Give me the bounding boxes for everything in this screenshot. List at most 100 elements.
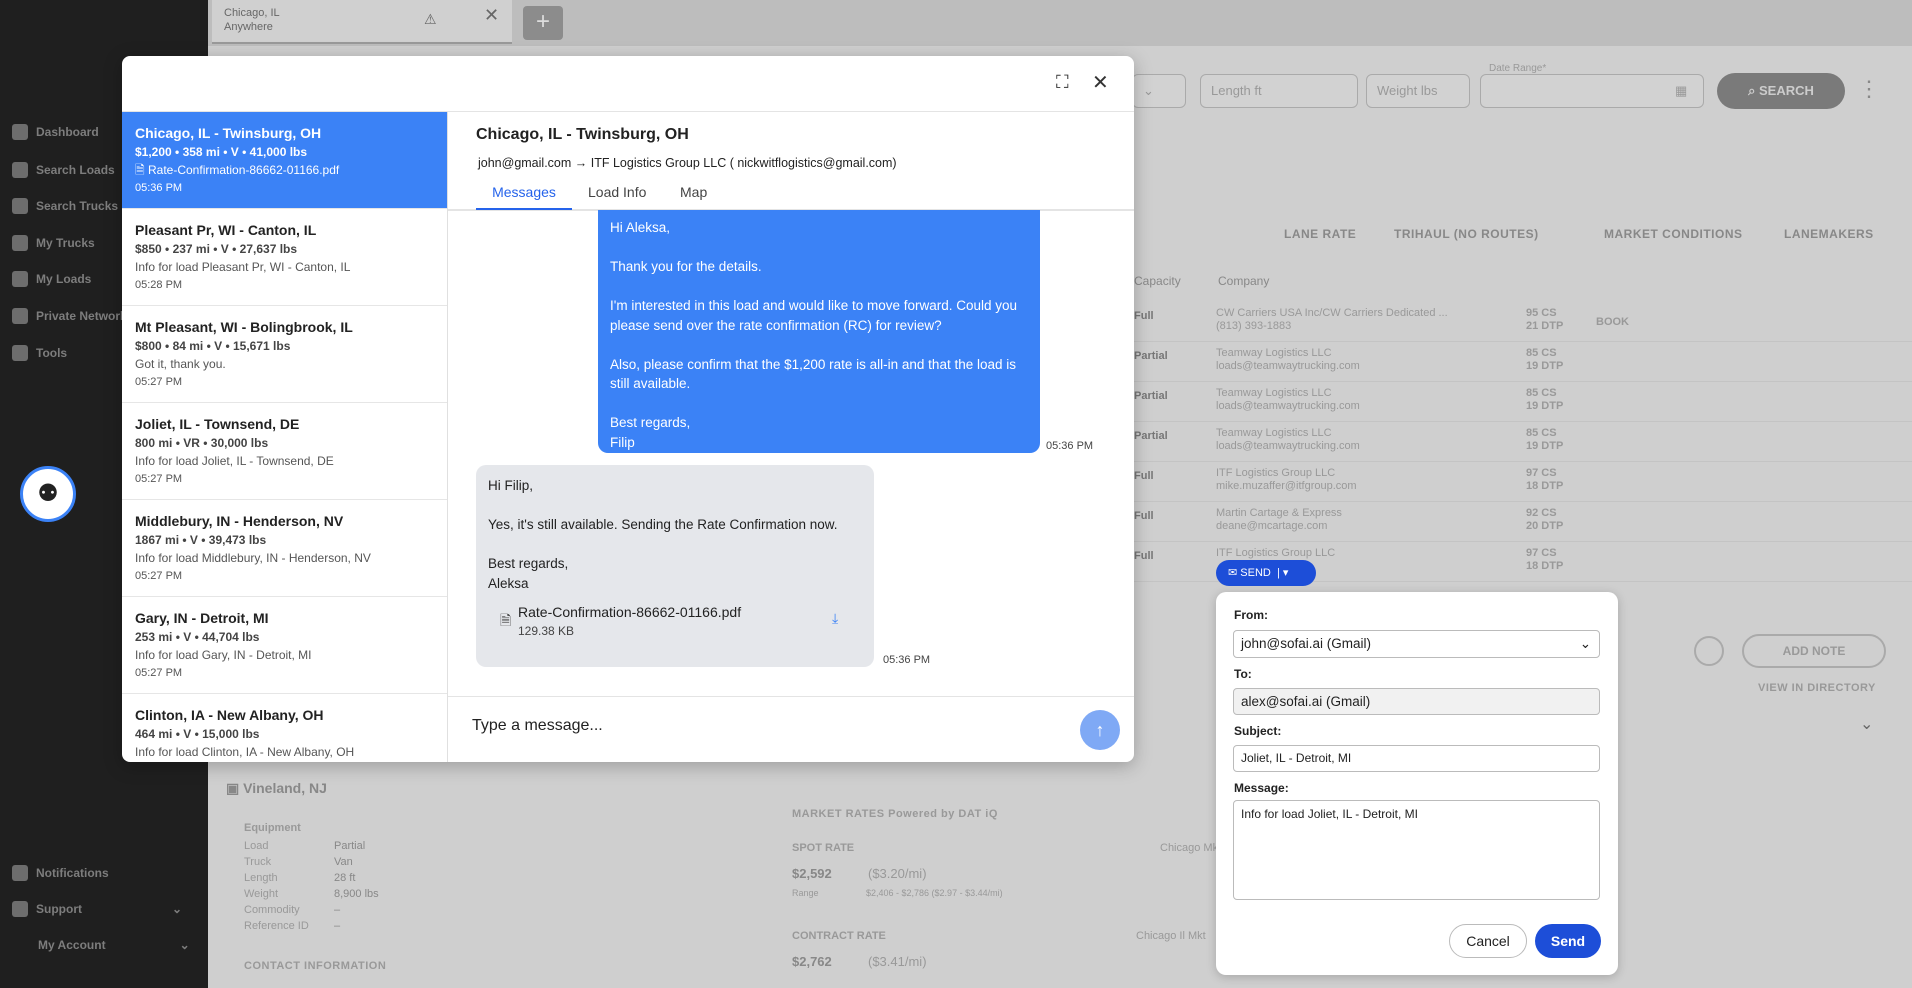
conversation-item[interactable]: Gary, IN - Detroit, MI 253 mi • V • 44,7…: [122, 597, 447, 694]
from-select[interactable]: john@sofai.ai (Gmail) ⌄: [1233, 630, 1600, 658]
message-composer: Type a message...: [448, 696, 1134, 762]
sidebar-item-search-loads[interactable]: Search Loads: [12, 162, 115, 178]
outgoing-time: 05:36 PM: [1046, 440, 1094, 452]
contact-info-heading: CONTACT INFORMATION: [244, 960, 387, 972]
table-row[interactable]: Full CW Carriers USA Inc/CW Carriers Dedi…: [1128, 302, 1912, 342]
conversation-item[interactable]: Chicago, IL - Twinsburg, OH $1,200 • 358…: [122, 112, 447, 209]
arrow-up-icon: ↑: [1095, 720, 1105, 740]
equipment-select[interactable]: ⌄: [1132, 74, 1186, 108]
pdf-file-icon: 🗎: [135, 163, 145, 177]
conversation-item[interactable]: Mt Pleasant, WI - Bolingbrook, IL $800 •…: [122, 306, 447, 403]
attachment[interactable]: 🗎 Rate-Confirmation-86662-01166.pdf 129.…: [500, 602, 860, 642]
info-button[interactable]: [1694, 636, 1724, 666]
contract-rate-market: Chicago Il Mkt: [1136, 930, 1206, 942]
to-field[interactable]: alex@sofai.ai (Gmail): [1233, 688, 1600, 715]
sidebar-item-dashboard[interactable]: Dashboard: [12, 124, 99, 140]
sidebar-item-notifications[interactable]: Notifications: [12, 865, 109, 881]
tab-load-info[interactable]: Load Info: [588, 184, 646, 210]
lock-icon: [12, 308, 28, 324]
spot-rate-range-label: Range: [792, 888, 819, 898]
loads-icon: [12, 271, 28, 287]
conversation-item[interactable]: Joliet, IL - Townsend, DE 800 mi • VR • …: [122, 403, 447, 500]
spot-rate-market: Chicago Mkt: [1160, 842, 1222, 854]
tab-map[interactable]: Map: [680, 184, 707, 210]
view-market-conditions[interactable]: MARKET CONDITIONS: [1604, 227, 1743, 241]
chevron-down-icon: ⌄: [172, 902, 183, 916]
help-icon: [12, 901, 28, 917]
search-button[interactable]: ⌕ SEARCH: [1717, 73, 1845, 109]
weight-input[interactable]: Weight lbs: [1366, 74, 1470, 108]
conversation-list: Chicago, IL - Twinsburg, OH $1,200 • 358…: [122, 112, 448, 762]
cancel-button[interactable]: Cancel: [1449, 924, 1527, 958]
sidebar-item-account[interactable]: My Account ⌄: [38, 938, 190, 952]
sidebar-item-my-trucks[interactable]: My Trucks: [12, 235, 95, 251]
spot-rate-range: $2,406 - $2,786 ($2.97 - $3.44/mi): [866, 888, 1003, 898]
view-directory-link[interactable]: VIEW IN DIRECTORY: [1758, 682, 1876, 694]
spot-rate-label: SPOT RATE: [792, 842, 855, 854]
truck-icon: [12, 235, 28, 251]
to-label: To:: [1234, 667, 1252, 681]
view-lane-rate[interactable]: LANE RATE: [1284, 227, 1356, 241]
table-row[interactable]: Partial Teamway Logistics LLC loads@teamwa…: [1128, 382, 1912, 422]
chevron-down-icon: ⌄: [1579, 636, 1591, 651]
expand-icon[interactable]: ⛶: [1056, 72, 1069, 93]
tab-messages[interactable]: Messages: [476, 184, 572, 210]
table-row[interactable]: Full ITF Logistics Group LLC mike.muzaffer…: [1128, 462, 1912, 502]
add-note-button[interactable]: ADD NOTE: [1742, 634, 1886, 668]
bell-icon: [12, 865, 28, 881]
close-icon[interactable]: ✕: [1092, 70, 1109, 95]
search-icon: ⌕: [1748, 83, 1756, 98]
compose-email-panel: From: john@sofai.ai (Gmail) ⌄ To: alex@so…: [1216, 592, 1618, 975]
spot-rate-per-mile: ($3.20/mi): [868, 866, 927, 881]
dashboard-icon: [12, 124, 28, 140]
table-row[interactable]: Partial Teamway Logistics LLC loads@teamwa…: [1128, 422, 1912, 462]
equipment-heading: Equipment: [244, 822, 301, 834]
contract-rate-value: $2,762: [792, 954, 832, 969]
equipment-labels: Load Truck Length Weight Commodity Reference …: [244, 840, 309, 932]
sidebar-item-search-trucks[interactable]: Search Trucks: [12, 198, 118, 214]
close-tab-icon[interactable]: ✕: [484, 6, 499, 24]
equipment-values: Partial Van 28 ft 8,900 lbs – –: [334, 840, 379, 932]
search-loads-icon: [12, 162, 28, 178]
subject-label: Subject:: [1234, 724, 1282, 738]
length-input[interactable]: Length ft: [1200, 74, 1358, 108]
modal-header: ⛶ ✕: [122, 56, 1134, 112]
assistant-avatar-button[interactable]: ⚉: [20, 466, 76, 522]
alert-icon[interactable]: ⚠: [424, 12, 437, 26]
column-company[interactable]: Company: [1218, 274, 1269, 288]
conversation-item[interactable]: Middlebury, IN - Henderson, NV 1867 mi •…: [122, 500, 447, 597]
send-email-button[interactable]: Send: [1535, 924, 1601, 958]
sidebar-item-my-loads[interactable]: My Loads: [12, 271, 91, 287]
plus-icon: +: [535, 8, 550, 35]
message-textarea[interactable]: Info for load Joliet, IL - Detroit, MI: [1233, 800, 1600, 900]
conversation-item[interactable]: Pleasant Pr, WI - Canton, IL $850 • 237 …: [122, 209, 447, 306]
column-capacity[interactable]: Capacity: [1134, 274, 1181, 288]
table-row[interactable]: Full Martin Cartage & Express deane@mcarta…: [1128, 502, 1912, 542]
market-rates-heading: MARKET RATES Powered by DAT iQ: [792, 808, 998, 820]
subject-input[interactable]: Joliet, IL - Detroit, MI: [1233, 745, 1600, 772]
spot-rate-value: $2,592: [792, 866, 832, 881]
sidebar-item-tools[interactable]: Tools: [12, 345, 67, 361]
chat-title: Chicago, IL - Twinsburg, OH: [476, 126, 689, 143]
sidebar-item-support[interactable]: Support ⌄: [12, 901, 182, 917]
sidebar-item-private-network[interactable]: Private Network: [12, 308, 127, 324]
send-dropdown-button[interactable]: ✉ SEND | ▾: [1216, 560, 1316, 586]
more-icon[interactable]: ⋮: [1858, 76, 1880, 102]
from-label: From:: [1234, 608, 1268, 622]
add-tab-button[interactable]: +: [523, 6, 563, 40]
chevron-down-icon: ⌄: [1143, 83, 1154, 98]
view-trihaul[interactable]: TRIHAUL (NO ROUTES): [1394, 227, 1539, 241]
date-range-input[interactable]: Date Range* ▦: [1480, 63, 1704, 108]
conversation-item[interactable]: Clinton, IA - New Albany, OH 464 mi • V …: [122, 694, 447, 762]
view-lanemakers[interactable]: LANEMAKERS: [1784, 227, 1874, 241]
search-tab[interactable]: Chicago, IL Anywhere ⚠ ✕: [212, 0, 512, 44]
calendar-icon: ▦: [1675, 83, 1688, 98]
incoming-time: 05:36 PM: [883, 654, 931, 666]
contract-rate-label: CONTRACT RATE: [792, 930, 886, 942]
table-row[interactable]: Partial Teamway Logistics LLC loads@teamwa…: [1128, 342, 1912, 382]
message-input[interactable]: Type a message...: [472, 717, 603, 735]
chevron-down-icon[interactable]: ⌄: [1860, 714, 1873, 734]
chevron-down-icon: ⌄: [179, 938, 190, 952]
send-message-button[interactable]: ↑: [1080, 710, 1120, 750]
download-icon[interactable]: ⤓: [832, 610, 838, 627]
